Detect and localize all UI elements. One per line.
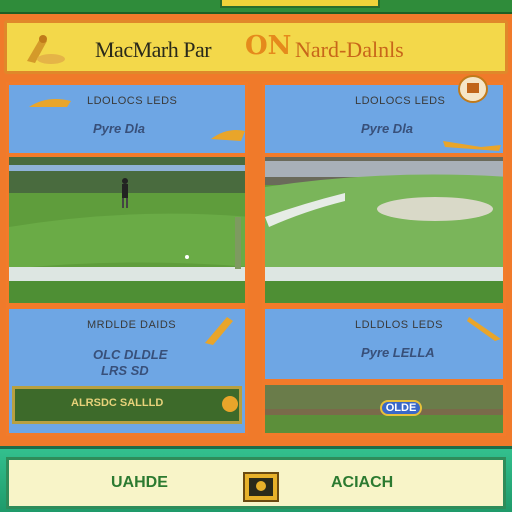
panel-label: MRDLDE DAIDS [87,319,177,331]
golf-club-icon [29,99,71,107]
panel-subtitle: Pyre Dla [93,121,146,136]
center-emblem-icon[interactable] [243,472,279,502]
panel-label: LDOLOCS LEDS [355,95,446,107]
left-action-button[interactable]: UAHDE [111,474,168,492]
panel-mid-right[interactable]: LDLDLOS LEDS Pyre LELLA [262,306,506,382]
game-title: MacMarh Par [95,37,212,62]
golf-club-logo-icon [27,35,65,64]
game-title-mark: ON [245,31,292,61]
top-banner [220,0,380,8]
course-view-right[interactable] [262,154,506,306]
trophy-icon [458,75,488,103]
panel-banner: ALRSDC SALLLD [12,386,242,424]
panel-label: LDOLOCS LEDS [87,95,178,107]
banner-text: ALRSDC SALLLD [71,397,164,409]
golf-ball [185,255,189,259]
right-action-button[interactable]: ACIACH [331,474,393,492]
game-subtitle: Nard-Dalnls [295,37,404,62]
panel-subtitle: Pyre LELLA [361,345,435,360]
panel-label: LDLDLOS LEDS [355,319,443,331]
panel-subtitle: OLC DLDLE [93,347,168,362]
bottom-bar: UAHDE ACIACH [0,446,512,512]
golf-club-icon [467,317,501,341]
top-strip [0,0,512,14]
panel-subtitle: LRS SD [101,363,149,378]
score-badge: OLDE [380,400,422,416]
panel-top-left[interactable]: LDOLOCS LEDS Pyre Dla [6,82,248,156]
panel-top-right[interactable]: LDOLOCS LEDS Pyre Dla [262,75,506,156]
golf-club-icon [443,141,501,151]
golfer-icon [122,178,128,208]
golf-club-icon [222,396,238,412]
game-header: MacMarh Par ON Nard-Dalnls [4,20,508,74]
course-view-left[interactable] [6,154,248,306]
golf-club-icon [211,130,245,141]
panel-subtitle: Pyre Dla [361,121,414,136]
golf-club-icon [205,317,233,345]
bottom-inner: UAHDE ACIACH [6,457,506,509]
